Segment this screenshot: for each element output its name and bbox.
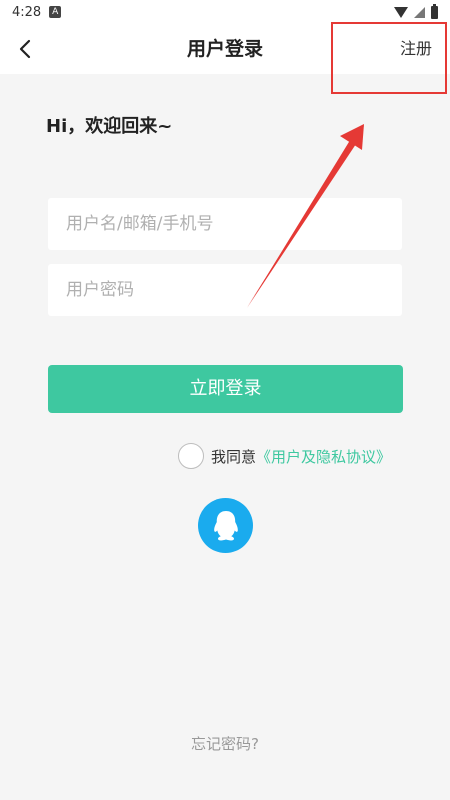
qq-login-button[interactable] bbox=[198, 498, 253, 553]
wifi-icon bbox=[394, 6, 408, 18]
agreement-prefix: 我同意 bbox=[211, 447, 257, 466]
battery-icon bbox=[431, 3, 438, 19]
forgot-password-row: 忘记密码? bbox=[0, 733, 450, 754]
forgot-password-link[interactable]: 忘记密码? bbox=[191, 733, 259, 754]
login-button[interactable]: 立即登录 bbox=[48, 365, 403, 413]
status-left: 4:28 A bbox=[12, 4, 62, 20]
register-link[interactable]: 注册 bbox=[400, 24, 432, 74]
signal-icon bbox=[414, 6, 425, 18]
agree-checkbox[interactable] bbox=[178, 443, 204, 469]
nav-bar: 用户登录 注册 bbox=[0, 24, 450, 74]
app-notification-icon: A bbox=[49, 6, 62, 18]
back-button[interactable] bbox=[10, 34, 40, 64]
status-right bbox=[394, 3, 438, 19]
chevron-left-icon bbox=[19, 39, 31, 59]
privacy-agreement-link[interactable]: 《用户及隐私协议》 bbox=[256, 446, 391, 467]
page-title: 用户登录 bbox=[186, 38, 263, 60]
status-bar: 4:28 A bbox=[0, 0, 450, 24]
status-time: 4:28 bbox=[12, 4, 42, 20]
username-input[interactable]: 用户名/邮箱/手机号 bbox=[48, 198, 402, 250]
agreement-row: 我同意 《用户及隐私协议》 bbox=[178, 442, 391, 470]
password-input[interactable]: 用户密码 bbox=[48, 264, 402, 316]
welcome-greeting: Hi，欢迎回来~ bbox=[46, 116, 173, 137]
qq-penguin-icon bbox=[213, 510, 238, 540]
